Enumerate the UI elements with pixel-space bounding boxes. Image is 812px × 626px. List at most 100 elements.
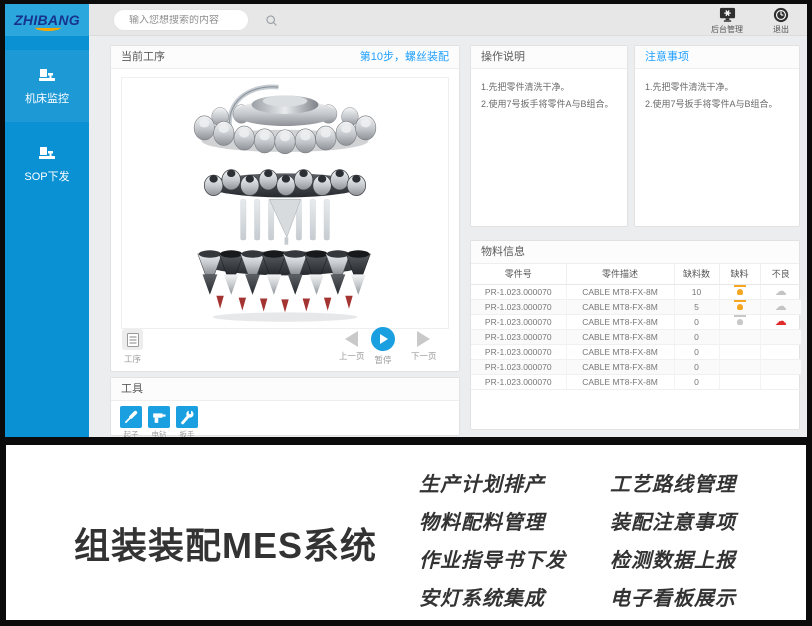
feature-item: 工艺路线管理 xyxy=(610,468,736,497)
logo-swoosh-icon xyxy=(35,24,61,31)
topbar: 后台管理 退出 xyxy=(89,4,807,36)
search-input[interactable] xyxy=(114,15,265,26)
assembly-exploded-view-image xyxy=(132,81,438,325)
tools-title: 工具 xyxy=(121,378,143,400)
materials-table-body: PR-1.023.000070 CABLE MT8-FX-8M 10 ☁ PR-… xyxy=(471,284,801,389)
app-window: ZHIBANG 机床监控 SOP下发 xyxy=(5,4,807,437)
defect-cloud-icon: ☁ xyxy=(775,284,787,298)
prev-arrow-icon xyxy=(345,331,358,347)
search-box[interactable] xyxy=(113,9,249,31)
note-line: 2.使用7号扳手将零件A与B组合。 xyxy=(645,96,789,113)
table-row[interactable]: PR-1.023.000070 CABLE MT8-FX-8M 0 xyxy=(471,344,801,359)
cell-part-desc: CABLE MT8-FX-8M xyxy=(566,284,674,299)
cell-shortage-qty: 0 xyxy=(674,374,719,389)
shortage-alert-icon xyxy=(734,315,746,326)
feature-item: 检测数据上报 xyxy=(610,544,736,573)
sidebar-item-sop-dispatch[interactable]: SOP下发 xyxy=(5,128,89,200)
prev-page-button[interactable]: 上一页 xyxy=(339,331,365,362)
cell-defect: ☁ xyxy=(760,314,801,329)
table-row[interactable]: PR-1.023.000070 CABLE MT8-FX-8M 5 ☁ xyxy=(471,299,801,314)
instruction-line: 1.先把零件清洗干净。 xyxy=(481,79,617,96)
exit-button[interactable]: 退出 xyxy=(773,7,789,35)
tools-panel: 工具 起子 电钻 xyxy=(110,377,460,436)
cell-shortage xyxy=(719,284,760,299)
banner-title: 组装装配MES系统 xyxy=(74,517,377,569)
cell-shortage xyxy=(719,344,760,359)
clock-exit-icon xyxy=(773,7,789,23)
table-row[interactable]: PR-1.023.000070 CABLE MT8-FX-8M 0 ☁ xyxy=(471,314,801,329)
feature-item: 生产计划排产 xyxy=(419,468,545,497)
cell-shortage-qty: 0 xyxy=(674,329,719,344)
cell-part-no: PR-1.023.000070 xyxy=(471,344,566,359)
drill-icon xyxy=(151,409,167,425)
shortage-alert-icon xyxy=(734,285,746,296)
table-row[interactable]: PR-1.023.000070 CABLE MT8-FX-8M 0 xyxy=(471,374,801,389)
feature-item: 物料配料管理 xyxy=(419,506,545,535)
cell-defect xyxy=(760,329,801,344)
shortage-alert-icon xyxy=(734,300,746,311)
table-row[interactable]: PR-1.023.000070 CABLE MT8-FX-8M 0 xyxy=(471,329,801,344)
cell-defect xyxy=(760,344,801,359)
col-header-part-desc: 零件描述 xyxy=(566,264,674,284)
cell-part-no: PR-1.023.000070 xyxy=(471,329,566,344)
cell-shortage xyxy=(719,374,760,389)
tool-wrench[interactable]: 扳手 xyxy=(176,406,198,437)
pause-button[interactable]: 暂停 xyxy=(371,327,395,366)
notes-title: 注意事项 xyxy=(645,46,689,68)
feature-item: 安灯系统集成 xyxy=(419,582,545,611)
sidebar-item-machine-monitor[interactable]: 机床监控 xyxy=(5,50,89,122)
col-header-shortage-qty: 缺料数 xyxy=(674,264,719,284)
next-arrow-icon xyxy=(417,331,430,347)
machine-icon xyxy=(37,67,57,84)
defect-cloud-icon: ☁ xyxy=(775,299,787,313)
notes-panel: 注意事项 1.先把零件清洗干净。 2.使用7号扳手将零件A与B组合。 xyxy=(634,45,800,227)
step-info: 第10步，螺丝装配 xyxy=(360,46,449,68)
wrench-icon xyxy=(179,409,195,425)
cell-part-desc: CABLE MT8-FX-8M xyxy=(566,329,674,344)
prev-page-label: 上一页 xyxy=(339,350,365,362)
materials-title: 物料信息 xyxy=(481,241,525,263)
cell-part-no: PR-1.023.000070 xyxy=(471,359,566,374)
cell-part-desc: CABLE MT8-FX-8M xyxy=(566,299,674,314)
sidebar: ZHIBANG 机床监控 SOP下发 xyxy=(5,4,89,437)
col-header-shortage: 缺料 xyxy=(719,264,760,284)
exit-button-label: 退出 xyxy=(773,24,789,35)
tool-label: 电钻 xyxy=(152,429,167,437)
cell-shortage-qty: 5 xyxy=(674,299,719,314)
document-list-icon xyxy=(127,333,139,347)
tool-drill[interactable]: 电钻 xyxy=(148,406,170,437)
defect-cloud-icon: ☁ xyxy=(775,314,787,328)
cell-shortage-qty: 0 xyxy=(674,314,719,329)
cell-shortage xyxy=(719,359,760,374)
play-icon xyxy=(371,327,395,351)
screwdriver-icon xyxy=(123,409,139,425)
next-page-button[interactable]: 下一页 xyxy=(411,331,437,362)
cell-defect: ☁ xyxy=(760,284,801,299)
sidebar-item-label: SOP下发 xyxy=(24,168,69,184)
cell-part-desc: CABLE MT8-FX-8M xyxy=(566,359,674,374)
feature-item: 装配注意事项 xyxy=(610,506,736,535)
app-logo: ZHIBANG xyxy=(5,4,89,36)
pause-label: 暂停 xyxy=(374,354,391,366)
feature-item: 电子看板展示 xyxy=(610,582,736,611)
materials-table: 零件号 零件描述 缺料数 缺料 不良 PR-1.023.000070 CABLE… xyxy=(471,264,801,390)
process-list-button[interactable]: 工序 xyxy=(122,329,143,365)
col-header-defect: 不良 xyxy=(760,264,801,284)
machine-icon xyxy=(37,145,57,162)
monitor-gear-icon xyxy=(719,7,736,23)
cell-defect: ☁ xyxy=(760,299,801,314)
cell-part-desc: CABLE MT8-FX-8M xyxy=(566,344,674,359)
cell-part-desc: CABLE MT8-FX-8M xyxy=(566,314,674,329)
tool-screwdriver[interactable]: 起子 xyxy=(120,406,142,437)
instructions-title: 操作说明 xyxy=(481,46,525,68)
marketing-banner: 组装装配MES系统 生产计划排产 物料配料管理 作业指导书下发 安灯系统集成 工… xyxy=(6,445,806,620)
tool-label: 起子 xyxy=(124,429,139,437)
table-row[interactable]: PR-1.023.000070 CABLE MT8-FX-8M 10 ☁ xyxy=(471,284,801,299)
cell-shortage xyxy=(719,329,760,344)
admin-button[interactable]: 后台管理 xyxy=(711,7,743,35)
cell-defect xyxy=(760,359,801,374)
table-row[interactable]: PR-1.023.000070 CABLE MT8-FX-8M 0 xyxy=(471,359,801,374)
cell-shortage-qty: 0 xyxy=(674,359,719,374)
cell-part-no: PR-1.023.000070 xyxy=(471,314,566,329)
cell-part-desc: CABLE MT8-FX-8M xyxy=(566,374,674,389)
